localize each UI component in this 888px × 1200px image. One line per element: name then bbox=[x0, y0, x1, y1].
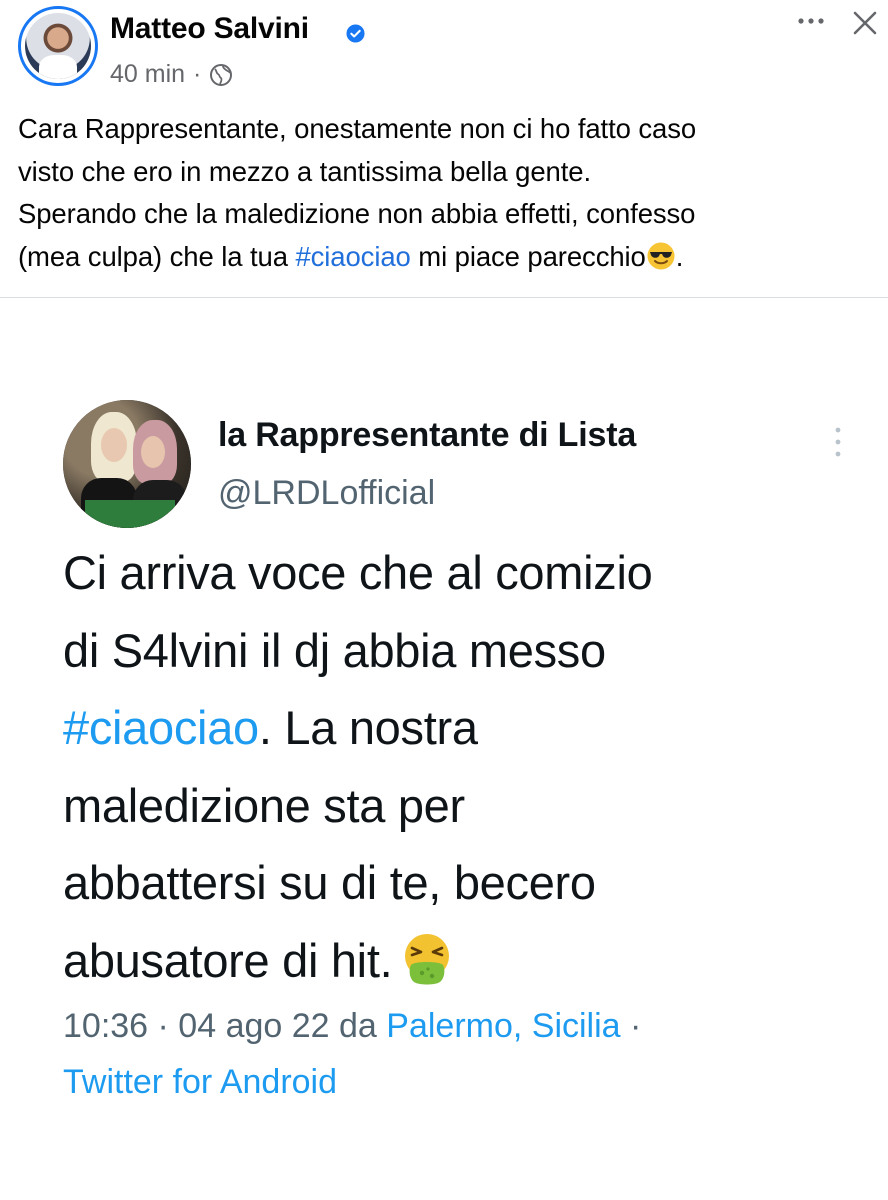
tweet-screenshot[interactable]: la Rappresentante di Lista @LRDLofficial… bbox=[0, 298, 888, 1200]
tweet-text: Ci arriva voce che al comizio di S4lvini… bbox=[63, 534, 863, 999]
close-icon[interactable] bbox=[850, 8, 880, 38]
meta-separator: · bbox=[620, 1007, 642, 1045]
post-text: Cara Rappresentante, onestamente non ci … bbox=[18, 108, 884, 278]
post-meta: 40 min · bbox=[110, 60, 233, 89]
post-text-line: (mea culpa) che la tua #ciaociao mi piac… bbox=[18, 236, 884, 279]
author-avatar[interactable] bbox=[18, 6, 98, 86]
tweet-author-handle: @LRDLofficial bbox=[218, 474, 436, 512]
tweet-text-line: maledizione sta per bbox=[63, 778, 465, 832]
verified-badge-icon bbox=[346, 24, 365, 43]
post-text-line: Cara Rappresentante, onestamente non ci … bbox=[18, 113, 697, 144]
smiling-face-with-sunglasses-icon bbox=[647, 242, 675, 269]
tweet-text-line: abbattersi su di te, becero bbox=[63, 856, 596, 909]
more-options-icon[interactable] bbox=[793, 8, 829, 34]
post-text-segment: mi piace parecchio bbox=[410, 240, 646, 272]
tweet-text-line: abusatore di hit. bbox=[63, 922, 863, 1000]
meta-separator: · bbox=[193, 60, 202, 88]
tweet-timestamp: 10:36 · 04 ago 22 da bbox=[63, 1007, 387, 1045]
tweet-meta-line: 10:36 · 04 ago 22 da Palermo, Sicilia · bbox=[63, 998, 863, 1054]
tweet-location: Palermo, Sicilia bbox=[386, 1007, 621, 1045]
tweet-hashtag: #ciaociao bbox=[63, 701, 259, 754]
tweet-text-line: #ciaociao. La nostra bbox=[63, 689, 863, 767]
author-name[interactable]: Matteo Salvini bbox=[110, 12, 309, 46]
post-text-segment: . bbox=[675, 240, 684, 272]
tweet-client: Twitter for Android bbox=[63, 1063, 338, 1101]
post-text-segment: (mea culpa) che la tua bbox=[18, 240, 296, 272]
avatar-figure bbox=[141, 436, 165, 468]
post-text-line: visto che ero in mezzo a tantissima bell… bbox=[18, 155, 591, 187]
hashtag-link[interactable]: #ciaociao bbox=[295, 241, 410, 272]
avatar-figure bbox=[85, 500, 175, 528]
tweet-author-avatar bbox=[63, 400, 191, 528]
tweet-text-line: di S4lvini il dj abbia messo bbox=[63, 623, 606, 677]
tweet-text-segment: . La nostra bbox=[258, 701, 478, 754]
post-text-line: Sperando che la maledizione non abbia ef… bbox=[18, 198, 696, 229]
post-time[interactable]: 40 min bbox=[110, 60, 185, 89]
tweet-text-line: Ci arriva voce che al comizio bbox=[63, 546, 653, 599]
post-header: Matteo Salvini 40 min · bbox=[0, 0, 888, 110]
vertical-more-icon bbox=[835, 427, 841, 457]
face-vomiting-icon bbox=[405, 933, 450, 984]
tweet-text-segment: abusatore di hit. bbox=[63, 933, 393, 987]
globe-icon[interactable] bbox=[209, 63, 233, 87]
avatar-figure bbox=[101, 428, 127, 462]
avatar-photo bbox=[25, 13, 91, 79]
tweet-meta: 10:36 · 04 ago 22 da Palermo, Sicilia · … bbox=[63, 998, 863, 1110]
tweet-author-name: la Rappresentante di Lista bbox=[218, 416, 637, 454]
